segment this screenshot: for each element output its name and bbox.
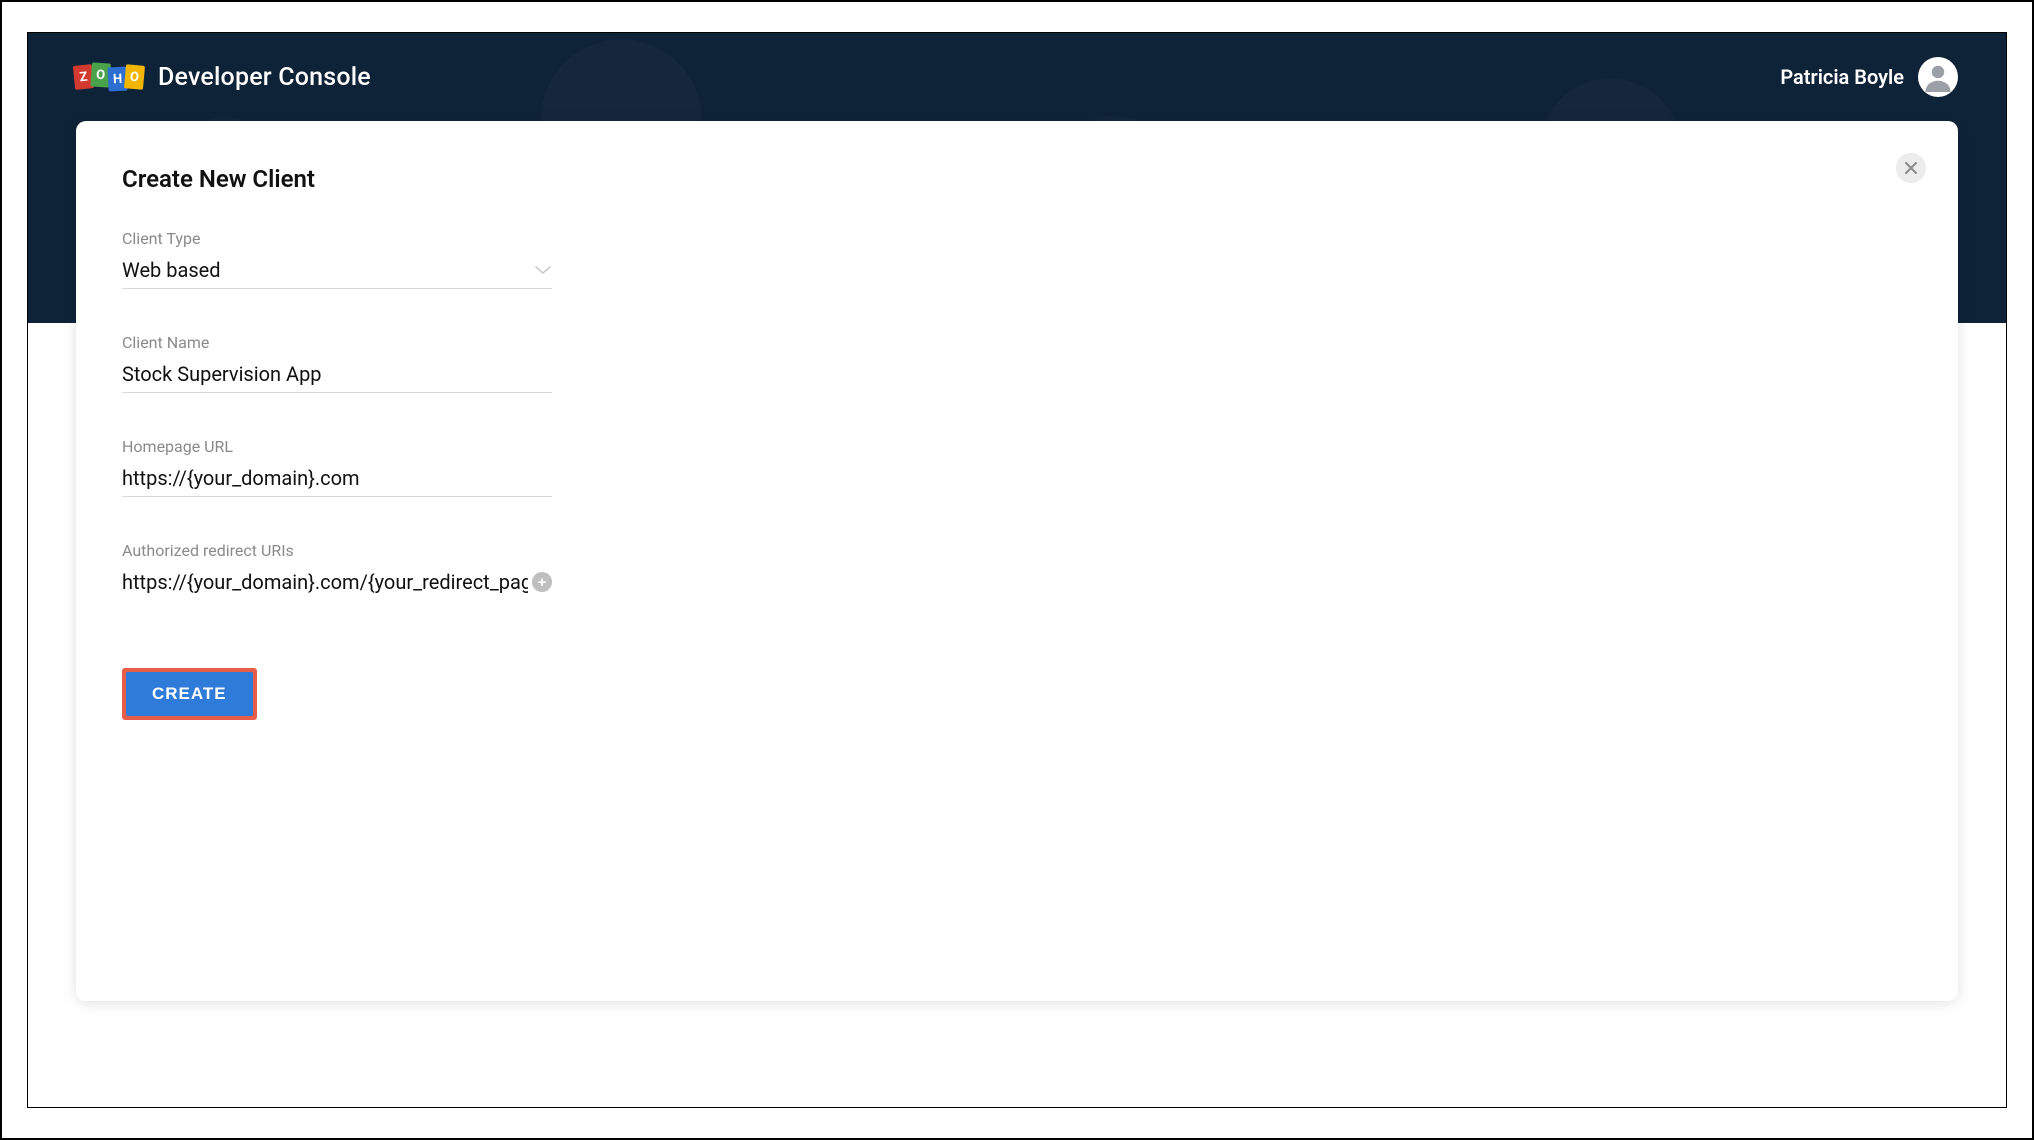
client-name-group: Client Name	[122, 333, 552, 393]
create-button-highlight: CREATE	[122, 668, 257, 720]
homepage-url-input[interactable]	[122, 466, 552, 490]
redirect-uris-group: Authorized redirect URIs +	[122, 541, 552, 600]
add-redirect-uri-button[interactable]: +	[532, 572, 552, 592]
client-name-label: Client Name	[122, 333, 552, 352]
create-button[interactable]: CREATE	[126, 672, 253, 716]
user-area[interactable]: Patricia Boyle	[1780, 57, 1958, 97]
client-type-value: Web based	[122, 258, 534, 282]
client-type-group: Client Type Web based	[122, 229, 552, 289]
avatar[interactable]	[1918, 57, 1958, 97]
logo-group: Z O H O Developer Console	[76, 63, 371, 92]
close-button[interactable]	[1896, 153, 1926, 183]
client-type-label: Client Type	[122, 229, 552, 248]
app-window: Z O H O Developer Console Patricia Boyle	[27, 32, 2007, 1108]
create-client-card: Create New Client Client Type Web based …	[76, 121, 1958, 1001]
chevron-down-icon	[534, 264, 552, 276]
logo-letter-o2: O	[124, 64, 145, 90]
app-title: Developer Console	[158, 63, 371, 92]
zoho-logo: Z O H O	[76, 65, 144, 89]
redirect-uri-input[interactable]	[122, 570, 528, 594]
homepage-url-group: Homepage URL	[122, 437, 552, 497]
close-icon	[1905, 162, 1917, 174]
user-silhouette-icon	[1923, 62, 1953, 92]
user-name: Patricia Boyle	[1780, 65, 1904, 89]
outer-frame: Z O H O Developer Console Patricia Boyle	[0, 0, 2034, 1140]
homepage-url-label: Homepage URL	[122, 437, 552, 456]
client-type-select[interactable]: Web based	[122, 258, 552, 289]
client-name-input[interactable]	[122, 362, 552, 386]
header: Z O H O Developer Console Patricia Boyle	[28, 33, 2006, 121]
card-title: Create New Client	[122, 165, 1912, 193]
plus-icon: +	[538, 575, 547, 590]
redirect-uris-label: Authorized redirect URIs	[122, 541, 552, 560]
